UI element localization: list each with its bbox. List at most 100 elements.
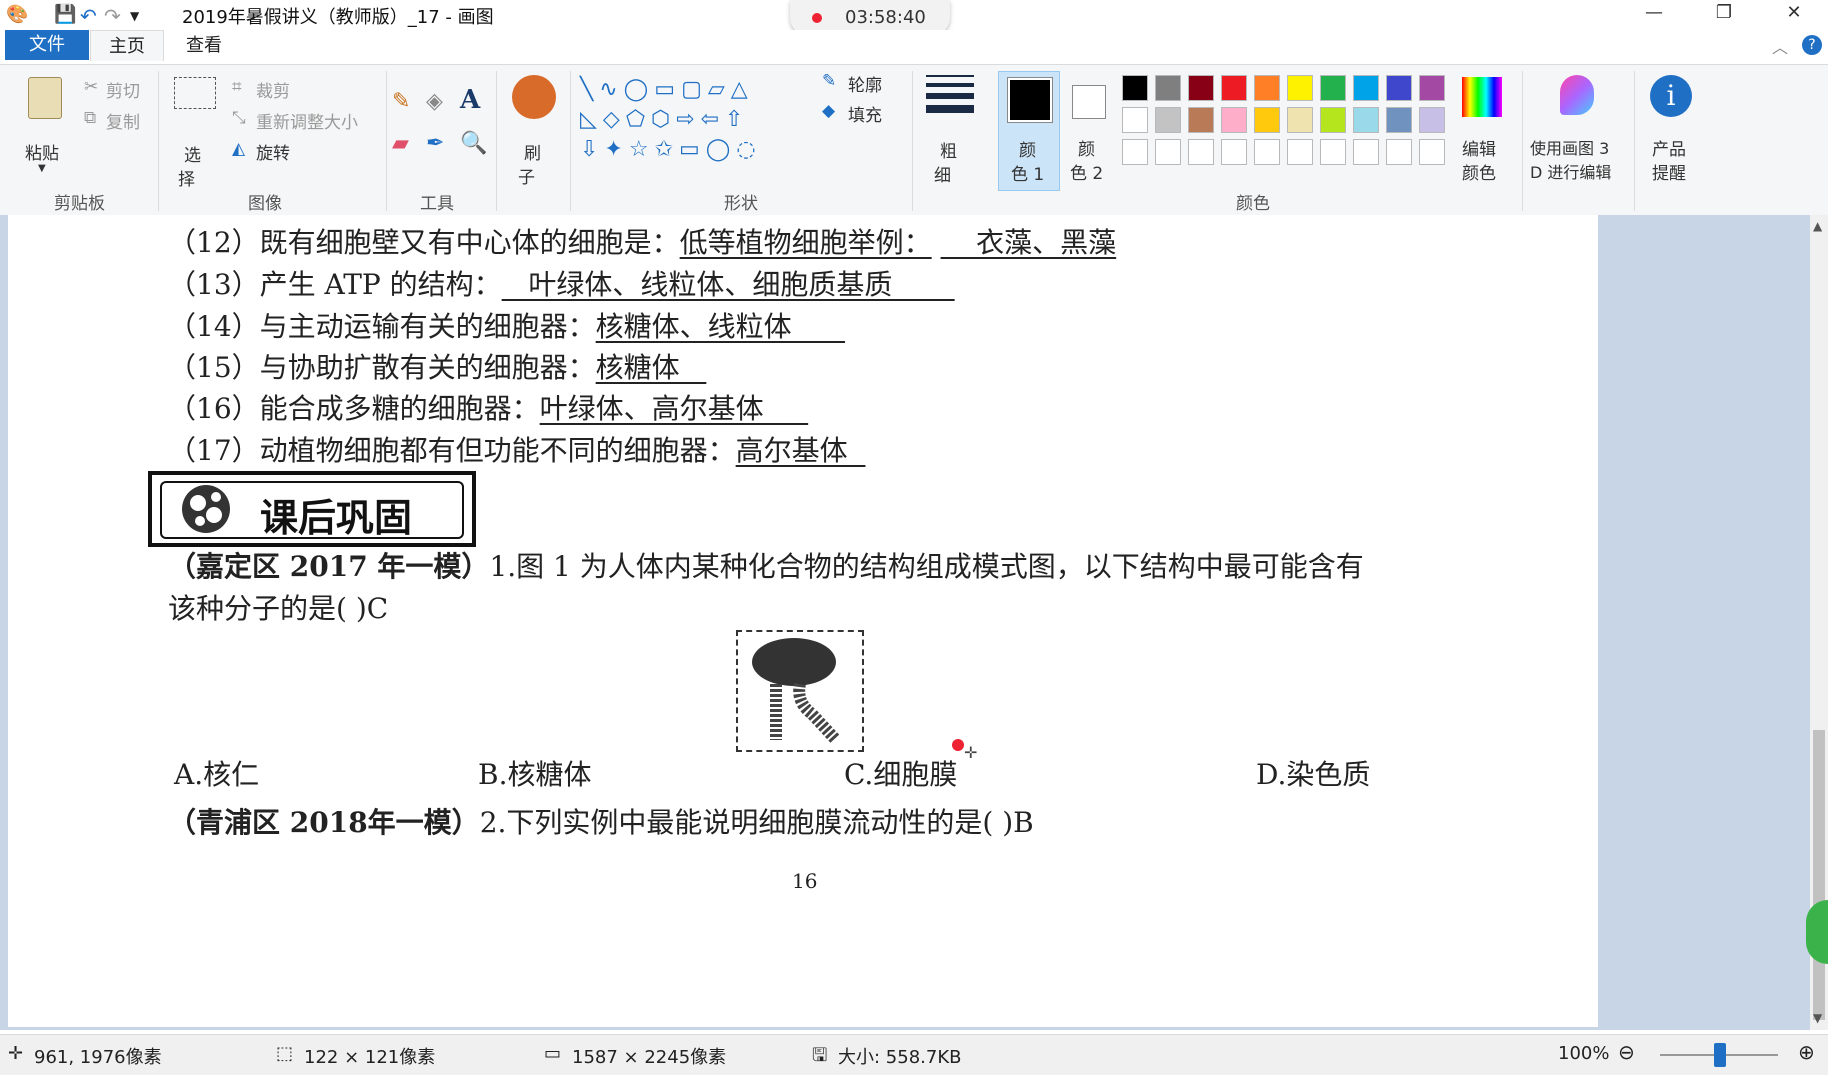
custom-color-slot[interactable] [1122, 139, 1148, 165]
scroll-down-icon[interactable]: ▼ [1813, 1011, 1822, 1025]
brush-button[interactable]: 刷 子 [506, 71, 562, 191]
color-swatch[interactable] [1353, 75, 1379, 101]
eraser-icon[interactable]: ▰ [392, 131, 409, 156]
fill-bucket-icon[interactable]: ◈ [426, 89, 443, 114]
outline-icon: ✎ [822, 71, 837, 91]
floating-chat-icon[interactable] [1806, 900, 1828, 964]
undo-icon[interactable]: ↶ [80, 4, 97, 28]
color-swatch[interactable] [1386, 107, 1412, 133]
size-label-2: 细 [934, 166, 951, 186]
line-answer-2: 衣藻、黑藻 [940, 226, 1117, 259]
quick-access-dropdown-icon[interactable]: ▼ [130, 9, 139, 23]
drawing-canvas[interactable]: （12）既有细胞壁又有中心体的细胞是：低等植物细胞举例： 衣藻、黑藻 （13）产生… [8, 215, 1598, 1027]
color2-button[interactable]: 颜 色 2 [1062, 71, 1118, 189]
help-icon[interactable]: ? [1802, 35, 1822, 55]
crop-button[interactable]: 裁剪 [256, 77, 290, 102]
scroll-thumb[interactable] [1813, 730, 1825, 1020]
size-button[interactable]: 粗 细 [924, 73, 978, 191]
group-label-clipboard: 剪贴板 [54, 194, 105, 214]
color-swatch[interactable] [1254, 107, 1280, 133]
outline-button[interactable]: 轮廓 [848, 71, 882, 96]
color1-label-1: 颜 [1019, 141, 1036, 161]
color-swatch[interactable] [1122, 107, 1148, 133]
q1-source: （嘉定区 2017 年一模） [168, 550, 490, 583]
q2-text: 2.下列实例中最能说明细胞膜流动性的是( )B [479, 806, 1034, 839]
paste-dropdown-icon: ▼ [38, 163, 46, 174]
color-swatch[interactable] [1122, 75, 1148, 101]
color-swatch[interactable] [1155, 107, 1181, 133]
color-swatch[interactable] [1419, 75, 1445, 101]
rotate-button[interactable]: 旋转 [256, 139, 290, 164]
document-line: （15）与协助扩散有关的细胞器：核糖体 [168, 346, 706, 386]
color2-label-1: 颜 [1078, 140, 1095, 160]
shapes-gallery[interactable]: ╲∿◯▭▢▱△ ◺◇⬠⬡⇨⇦⇧ ⇩✦☆✩▭◯◌ [580, 75, 804, 171]
paste-button[interactable]: 粘贴 ▼ [22, 73, 66, 185]
clipboard-icon [28, 77, 62, 119]
product-alert-button[interactable]: i 产品 提醒 [1644, 71, 1700, 189]
option-c: C.细胞膜 [844, 758, 958, 791]
color-swatch[interactable] [1320, 75, 1346, 101]
magnifier-icon[interactable]: 🔍 [460, 131, 487, 156]
fill-icon: ◆ [822, 101, 836, 121]
edit-colors-button[interactable]: 编辑 颜色 [1458, 71, 1508, 189]
copy-button[interactable]: 复制 [106, 108, 140, 133]
color-swatch[interactable] [1221, 107, 1247, 133]
color-swatch[interactable] [1386, 75, 1412, 101]
color-swatch[interactable] [1353, 107, 1379, 133]
ribbon-separator [158, 71, 159, 211]
zoom-in-icon[interactable]: ⊕ [1798, 1040, 1815, 1064]
color-swatch[interactable] [1320, 107, 1346, 133]
line-prefix: （17）动植物细胞都有但功能不同的细胞器： [168, 434, 736, 467]
alert-label-1: 产品 [1652, 140, 1686, 160]
restore-button[interactable]: ❐ [1694, 0, 1754, 26]
collapse-ribbon-icon[interactable]: ︿ [1772, 34, 1788, 58]
cut-button[interactable]: 剪切 [106, 77, 140, 102]
tab-view[interactable]: 查看 [186, 30, 222, 60]
resize-button[interactable]: 重新调整大小 [256, 108, 358, 133]
save-icon[interactable]: 💾 [54, 4, 76, 25]
custom-color-slot[interactable] [1287, 139, 1313, 165]
color-swatch[interactable] [1287, 107, 1313, 133]
menu-file[interactable]: 文件 [5, 30, 89, 60]
zoom-out-icon[interactable]: ⊖ [1618, 1040, 1635, 1064]
zoom-slider-thumb[interactable] [1714, 1043, 1726, 1067]
tab-home[interactable]: 主页 [90, 30, 164, 61]
custom-color-slot[interactable] [1353, 139, 1379, 165]
custom-color-slot[interactable] [1188, 139, 1214, 165]
custom-color-slot[interactable] [1320, 139, 1346, 165]
custom-color-slot[interactable] [1386, 139, 1412, 165]
cursor-position-icon: ✛ [8, 1043, 24, 1064]
section-badge-text: 课后巩固 [260, 496, 413, 540]
custom-color-slot[interactable] [1221, 139, 1247, 165]
document-line: （14）与主动运输有关的细胞器：核糖体、线粒体 [168, 305, 845, 345]
text-tool-icon[interactable]: A [460, 85, 480, 115]
minimize-button[interactable]: — [1624, 0, 1684, 26]
fill-button[interactable]: 填充 [848, 101, 882, 126]
color-swatch[interactable] [1287, 75, 1313, 101]
color-swatch[interactable] [1188, 75, 1214, 101]
color-swatch[interactable] [1254, 75, 1280, 101]
select-button[interactable]: 选 择 [172, 75, 218, 190]
line-prefix: （16）能合成多糖的细胞器： [168, 392, 540, 425]
option-a: A.核仁 [174, 758, 260, 791]
resize-icon: ⤡ [232, 108, 246, 128]
color1-button[interactable]: 颜 色 1 [998, 71, 1060, 191]
color-picker-icon[interactable]: ✒ [426, 131, 444, 156]
color-swatch[interactable] [1221, 75, 1247, 101]
pencil-icon[interactable]: ✎ [392, 89, 410, 114]
document-line: （17）动植物细胞都有但功能不同的细胞器：高尔基体 [168, 429, 865, 469]
redo-icon[interactable]: ↷ [104, 4, 121, 28]
custom-color-slot[interactable] [1155, 139, 1181, 165]
color-swatch[interactable] [1155, 75, 1181, 101]
custom-color-slot[interactable] [1254, 139, 1280, 165]
color-swatch[interactable] [1419, 107, 1445, 133]
line-answer: 核糖体、线粒体 [595, 310, 846, 343]
paint3d-icon [1560, 75, 1594, 115]
file-size: 大小: 558.7KB [838, 1047, 962, 1068]
color-swatch[interactable] [1188, 107, 1214, 133]
paint3d-button[interactable]: 使用画图 3 D 进行编辑 [1530, 71, 1624, 189]
group-label-colors: 颜色 [1236, 194, 1270, 214]
scroll-up-icon[interactable]: ▲ [1813, 219, 1822, 233]
custom-color-slot[interactable] [1419, 139, 1445, 165]
close-button[interactable]: ✕ [1764, 0, 1824, 26]
